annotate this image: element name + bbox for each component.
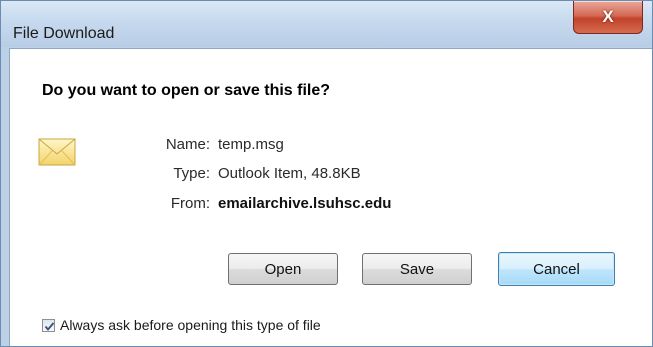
- open-button[interactable]: Open: [228, 253, 338, 285]
- envelope-icon: [38, 138, 76, 166]
- always-ask-option[interactable]: Always ask before opening this type of f…: [42, 317, 321, 333]
- file-download-dialog: File Download X Do you want to open or s…: [0, 0, 653, 347]
- close-icon: X: [602, 7, 614, 26]
- type-value: Outlook Item, 48.8KB: [218, 165, 361, 182]
- always-ask-label: Always ask before opening this type of f…: [60, 317, 321, 333]
- from-value: emailarchive.lsuhsc.edu: [218, 195, 392, 212]
- name-label: Name:: [165, 136, 210, 153]
- close-button[interactable]: X: [573, 1, 643, 34]
- always-ask-checkbox[interactable]: [42, 318, 55, 332]
- title-bar[interactable]: File Download X: [1, 1, 652, 47]
- dialog-body: Do you want to open or save this file? N…: [9, 48, 652, 346]
- cancel-button[interactable]: Cancel: [498, 252, 615, 286]
- save-button[interactable]: Save: [362, 253, 472, 285]
- window-title: File Download: [13, 25, 115, 42]
- name-value: temp.msg: [218, 136, 284, 153]
- dialog-heading: Do you want to open or save this file?: [42, 82, 331, 99]
- type-label: Type:: [173, 165, 210, 182]
- from-label: From:: [170, 195, 210, 212]
- checkmark-icon: [44, 321, 55, 331]
